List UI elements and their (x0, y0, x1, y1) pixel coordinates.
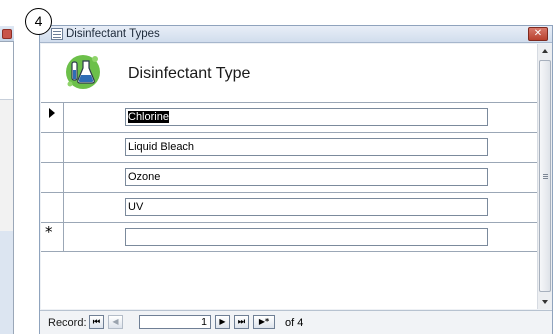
next-record-button[interactable]: ▶ (215, 315, 230, 329)
step-badge: 4 (25, 8, 52, 35)
background-close-icon[interactable] (2, 29, 12, 39)
record-navigation-bar: Record: ⏮ ◀ 1 ▶ ⏭ ▶* of 4 (40, 310, 552, 334)
record-selector[interactable]: * (41, 223, 64, 252)
background-panel (0, 42, 13, 100)
new-record-field[interactable] (125, 228, 488, 246)
selected-text: Chlorine (128, 111, 169, 123)
scroll-grip-icon (543, 174, 548, 175)
record-count: of 4 (285, 317, 304, 329)
screen: 4 Disinfectant Types ✕ Disinfectant Type (0, 0, 553, 334)
disinfectant-type-field[interactable]: Liquid Bleach (125, 138, 488, 156)
background-window (0, 26, 14, 334)
first-record-button[interactable]: ⏮ (89, 315, 104, 329)
last-record-button[interactable]: ⏭ (234, 315, 249, 329)
current-record-input[interactable]: 1 (139, 315, 211, 329)
disinfectant-type-field[interactable]: Chlorine (125, 108, 488, 126)
background-block (0, 231, 13, 334)
scroll-thumb[interactable] (539, 60, 551, 292)
record-row: Chlorine (41, 102, 537, 132)
form-window: Disinfectant Types ✕ Disinfectant Type C… (39, 25, 553, 334)
form-body: Disinfectant Type Chlorine Liquid Bleach (41, 44, 537, 309)
record-selector[interactable] (41, 103, 64, 132)
vertical-scrollbar[interactable] (537, 44, 552, 309)
window-title: Disinfectant Types (66, 28, 160, 40)
form-icon (51, 28, 63, 40)
disinfectant-type-field[interactable]: UV (125, 198, 488, 216)
form-header: Disinfectant Type (41, 44, 537, 102)
disinfectant-type-field[interactable]: Ozone (125, 168, 488, 186)
new-record-button[interactable]: ▶* (253, 315, 275, 329)
scroll-up-icon[interactable] (542, 49, 548, 53)
lab-flask-icon (66, 55, 100, 89)
record-row: Ozone (41, 162, 537, 192)
new-record-icon: * (45, 223, 53, 241)
record-selector[interactable] (41, 163, 64, 192)
close-button[interactable]: ✕ (528, 27, 548, 41)
new-record-row: * (41, 222, 537, 252)
record-selector[interactable] (41, 133, 64, 162)
record-label: Record: (48, 317, 87, 329)
record-row: Liquid Bleach (41, 132, 537, 162)
current-record-icon (49, 108, 55, 118)
record-list: Chlorine Liquid Bleach Ozone UV * (41, 102, 537, 252)
title-bar: Disinfectant Types ✕ (40, 26, 552, 43)
form-title: Disinfectant Type (128, 65, 251, 82)
previous-record-button[interactable]: ◀ (108, 315, 123, 329)
record-selector[interactable] (41, 193, 64, 222)
record-row: UV (41, 192, 537, 222)
scroll-down-icon[interactable] (542, 300, 548, 304)
